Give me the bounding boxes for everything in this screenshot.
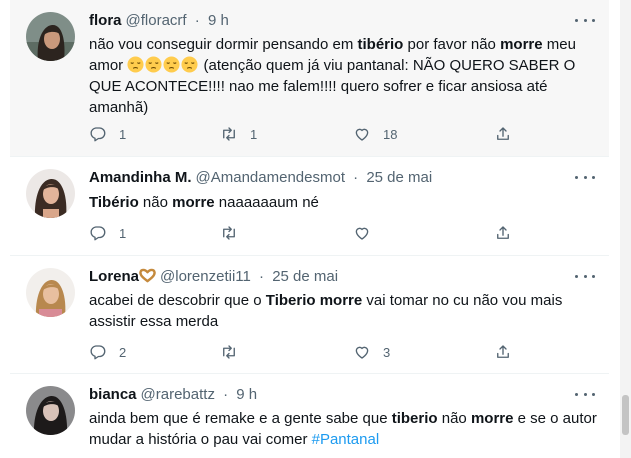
retweet-icon — [223, 345, 235, 359]
reply-button[interactable]: 1 — [89, 223, 126, 243]
display-name[interactable]: flora — [89, 12, 122, 29]
heart-icon — [355, 128, 369, 141]
avatar[interactable] — [26, 12, 75, 61]
heart-hands-emoji — [139, 268, 156, 283]
like-button[interactable] — [353, 223, 371, 243]
text-segment: naaaaaaum né — [214, 194, 319, 211]
highlighted-term: morre — [470, 410, 514, 427]
separator-dot: · — [353, 169, 359, 186]
text-segment: ainda bem que é remake e a gente sabe qu… — [89, 410, 392, 427]
display-name[interactable]: bianca — [89, 386, 137, 403]
tweet-text: não vou conseguir dormir pensando em tib… — [89, 34, 594, 118]
heart-icon — [355, 227, 369, 240]
highlighted-term: morre — [500, 36, 543, 53]
more-icon[interactable] — [575, 12, 595, 28]
user-handle[interactable]: @floracrf — [126, 12, 187, 29]
tweet-header: bianca @rarebattz · 9 h — [89, 386, 257, 404]
reply-count: 1 — [119, 225, 127, 241]
tweet[interactable]: Amandinha M. @Amandamendesmot · 25 de mai… — [10, 157, 609, 255]
text-segment: acabei de descobrir que o — [89, 292, 266, 309]
reply-button[interactable]: 2 — [89, 342, 126, 362]
reply-icon — [90, 345, 106, 360]
tweet-text: acabei de descobrir que o Tiberio morre … — [89, 290, 594, 332]
user-handle[interactable]: @rarebattz — [141, 386, 215, 403]
separator-dot: · — [223, 386, 229, 403]
highlighted-term: morre — [319, 292, 363, 309]
user-handle[interactable]: @Amandamendesmot — [196, 169, 345, 186]
more-icon[interactable] — [575, 268, 595, 284]
highlighted-term: morre — [172, 194, 215, 211]
display-name[interactable]: Amandinha M. — [89, 169, 192, 186]
text-segment: não — [138, 194, 173, 211]
separator-dot: · — [259, 268, 265, 285]
highlighted-term: Tiberio — [265, 292, 316, 309]
timestamp[interactable]: 25 de mai — [366, 169, 432, 186]
like-count: 3 — [383, 344, 391, 360]
timestamp[interactable]: 9 h — [208, 12, 229, 29]
text-segment: por favor não — [403, 36, 501, 53]
pensive-emoji-group — [127, 56, 199, 74]
reply-count: 1 — [119, 126, 127, 142]
scrollbar[interactable] — [620, 0, 631, 458]
retweet-count: 1 — [250, 126, 258, 142]
user-handle[interactable]: @lorenzetii11 — [160, 268, 251, 285]
avatar[interactable] — [26, 169, 75, 218]
retweet-icon — [223, 226, 235, 240]
share-icon — [497, 226, 509, 239]
tweet-text: ainda bem que é remake e a gente sabe qu… — [89, 408, 604, 450]
tweet-actions: 2 3 — [89, 342, 519, 362]
reply-button[interactable]: 1 — [89, 124, 126, 144]
more-icon[interactable] — [575, 169, 595, 185]
highlighted-term: Tibério — [89, 194, 139, 211]
hashtag-link[interactable]: #Pantanal — [312, 431, 380, 448]
tweet-actions: 1 — [89, 223, 519, 243]
retweet-icon — [223, 127, 235, 141]
separator-dot: · — [194, 12, 200, 29]
pensive-face-emoji — [127, 56, 144, 73]
pensive-face-emoji — [181, 56, 198, 73]
avatar[interactable] — [26, 268, 75, 317]
tweet-text: Tibério não morre naaaaaaum né — [89, 192, 594, 213]
highlighted-term: tibério — [357, 36, 404, 53]
more-icon[interactable] — [575, 386, 595, 402]
tweet-header: Amandinha M. @Amandamendesmot · 25 de mai — [89, 169, 432, 187]
text-segment: não — [437, 410, 471, 427]
like-count: 18 — [383, 126, 398, 142]
reply-count: 2 — [119, 344, 127, 360]
timestamp[interactable]: 9 h — [236, 386, 257, 403]
share-icon — [497, 345, 509, 358]
highlighted-term: tiberio — [391, 410, 438, 427]
reply-icon — [90, 226, 106, 241]
tweet-header: flora @floracrf · 9 h — [89, 12, 229, 30]
retweet-button[interactable] — [220, 342, 238, 362]
retweet-button[interactable]: 1 — [220, 124, 257, 144]
display-name[interactable]: Lorena — [89, 268, 139, 285]
share-button[interactable] — [494, 223, 512, 243]
reply-icon — [90, 127, 106, 142]
avatar[interactable] — [26, 386, 75, 435]
like-button[interactable]: 18 — [353, 124, 397, 144]
text-segment: não vou conseguir dormir pensando em — [89, 36, 358, 53]
timeline: flora @floracrf · 9 h não vou conseguir d… — [0, 0, 609, 458]
tweet[interactable]: flora @floracrf · 9 h não vou conseguir d… — [10, 0, 609, 156]
share-icon — [497, 127, 509, 140]
tweet[interactable]: Lorena @lorenzetii11 · 25 de mai acabei d… — [10, 256, 609, 373]
tweet-actions: 1 1 18 — [89, 124, 519, 144]
like-button[interactable]: 3 — [353, 342, 390, 362]
tweet[interactable]: bianca @rarebattz · 9 h ainda bem que é r… — [10, 374, 609, 458]
timestamp[interactable]: 25 de mai — [272, 268, 338, 285]
tweet-header: Lorena @lorenzetii11 · 25 de mai — [89, 268, 338, 286]
retweet-button[interactable] — [220, 223, 238, 243]
share-button[interactable] — [494, 342, 512, 362]
share-button[interactable] — [494, 124, 512, 144]
heart-icon — [355, 346, 369, 359]
scrollbar-thumb[interactable] — [622, 395, 629, 435]
pensive-face-emoji — [145, 56, 162, 73]
pensive-face-emoji — [163, 56, 180, 73]
